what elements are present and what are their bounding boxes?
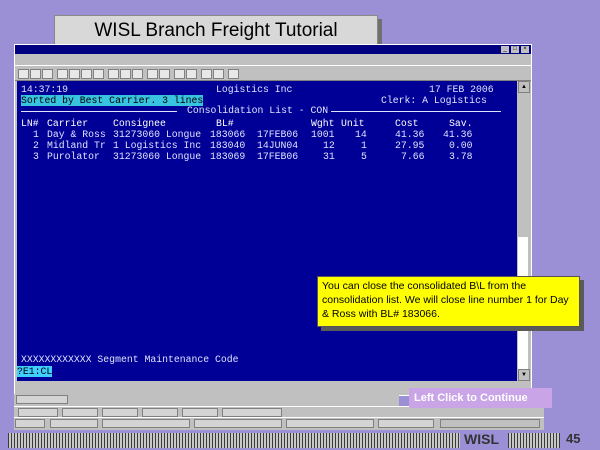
taskbar-item[interactable] <box>102 408 138 417</box>
minimize-icon[interactable]: _ <box>501 46 509 53</box>
vertical-scrollbar[interactable]: ▲ ▼ <box>517 81 530 381</box>
cut-icon[interactable] <box>69 69 80 79</box>
secondary-taskbar <box>14 394 399 406</box>
copy-icon[interactable] <box>81 69 92 79</box>
open-icon[interactable] <box>30 69 41 79</box>
taskbar-item[interactable] <box>102 419 190 428</box>
print-icon[interactable] <box>57 69 68 79</box>
font-icon[interactable] <box>174 69 185 79</box>
tutorial-callout: You can close the consolidated B\L from … <box>317 276 580 327</box>
scroll-up-icon[interactable]: ▲ <box>518 81 530 93</box>
column-unit: Unit <box>341 118 365 129</box>
window-titlebar: _ □ × <box>15 45 531 54</box>
taskbar-item[interactable] <box>16 395 68 404</box>
record-icon[interactable] <box>159 69 170 79</box>
terminal-company: Logistics Inc <box>216 84 293 95</box>
transfer-icon[interactable] <box>213 69 224 79</box>
macro-icon[interactable] <box>147 69 158 79</box>
header-rule-left <box>21 111 177 112</box>
system-tray <box>440 419 540 428</box>
disconnect-icon[interactable] <box>120 69 131 79</box>
taskbar-item[interactable] <box>62 408 98 417</box>
slide-footer: WISL 45 <box>0 430 600 450</box>
start-button[interactable] <box>15 419 45 428</box>
column-sav: Sav. <box>449 118 473 129</box>
taskbar-item[interactable] <box>182 408 218 417</box>
menu-bar[interactable] <box>15 55 531 64</box>
column-bl: BL# <box>216 118 234 129</box>
header-rule-right <box>331 111 501 112</box>
clerk-label: Clerk: A Logistics <box>381 95 487 106</box>
connect-icon[interactable] <box>108 69 119 79</box>
taskbar-item[interactable] <box>286 419 374 428</box>
command-input[interactable]: ?E1:CL <box>17 366 53 377</box>
taskbar-item[interactable] <box>194 419 282 428</box>
toolbar <box>15 65 531 81</box>
taskbar-item[interactable] <box>378 419 434 428</box>
taskbar-item[interactable] <box>18 408 58 417</box>
taskbar-item[interactable] <box>222 408 282 417</box>
column-cost: Cost <box>395 118 419 129</box>
continue-button[interactable]: Left Click to Continue <box>409 388 552 408</box>
sort-status: Sorted by Best Carrier. 3 lines <box>21 95 204 106</box>
screen-title: Consolidation List - CON <box>187 105 329 116</box>
windows-taskbar <box>14 417 544 430</box>
help-icon[interactable] <box>228 69 239 79</box>
column-wght: Wght <box>311 118 335 129</box>
column-consignee: Consignee <box>113 118 166 129</box>
slide-title: WISL Branch Freight Tutorial <box>54 15 378 47</box>
taskbar-item[interactable] <box>50 419 98 428</box>
page-number: 45 <box>566 431 581 446</box>
keyboard-icon[interactable] <box>201 69 212 79</box>
footer-stripes-right <box>508 433 560 448</box>
terminal-time: 14:37:19 <box>21 84 69 95</box>
segment-code-label: XXXXXXXXXXXX Segment Maintenance Code <box>21 354 239 365</box>
footer-brand: WISL <box>464 431 499 447</box>
column-ln: LN# <box>21 118 39 129</box>
column-carrier: Carrier <box>47 118 89 129</box>
save-icon[interactable] <box>42 69 53 79</box>
color-icon[interactable] <box>186 69 197 79</box>
close-icon[interactable]: × <box>521 46 529 53</box>
new-icon[interactable] <box>18 69 29 79</box>
taskbar-item[interactable] <box>142 408 178 417</box>
scroll-down-icon[interactable]: ▼ <box>518 369 530 381</box>
paste-icon[interactable] <box>93 69 104 79</box>
terminal-screen[interactable]: 14:37:19 Logistics Inc 17 FEB 2006 Sorte… <box>17 81 517 381</box>
maximize-icon[interactable]: □ <box>511 46 519 53</box>
settings-icon[interactable] <box>132 69 143 79</box>
footer-stripes-left <box>8 433 460 448</box>
terminal-window: _ □ × 14:37:19 Logistics Inc 17 FEB 2006… <box>14 44 532 396</box>
terminal-date: 17 FEB 2006 <box>429 84 494 95</box>
